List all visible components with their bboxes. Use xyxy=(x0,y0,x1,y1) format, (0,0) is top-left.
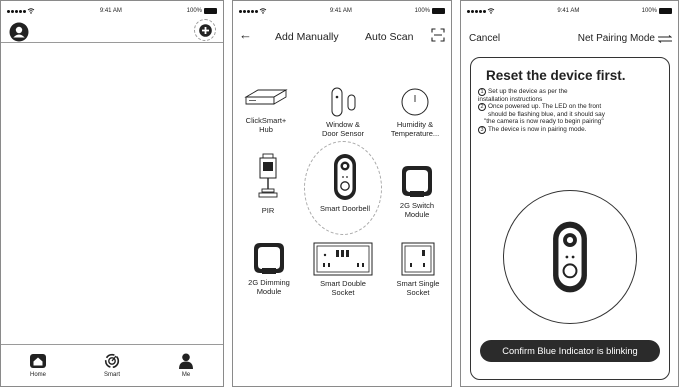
step-continuation: should be flashing blue, and it should s… xyxy=(488,110,605,118)
battery-percent: 100% xyxy=(186,8,202,14)
device-smart-doorbell[interactable]: Smart Doorbell xyxy=(313,153,377,213)
device-label-line2: Socket xyxy=(331,288,355,297)
dimming-module-icon xyxy=(254,243,284,274)
pir-sensor-icon xyxy=(258,153,278,198)
status-bar: 9:41 AM 100% xyxy=(239,7,445,15)
cancel-button[interactable]: Cancel xyxy=(469,33,500,44)
device-label-line1: 2G Dimming xyxy=(248,278,290,287)
device-clicksmart-hub[interactable]: ClickSmart+ Hub xyxy=(238,87,294,134)
status-time: 9:41 AM xyxy=(329,8,352,14)
instruction-step: 2 Once powered up. The LED on the front xyxy=(478,103,670,112)
instruction-step: 1 Set up the device as per the xyxy=(478,88,670,96)
tab-smart[interactable]: Smart xyxy=(75,345,149,386)
home-screen: 9:41 AM 100% Home Smart Me xyxy=(0,0,224,387)
add-device-button[interactable] xyxy=(194,19,216,41)
device-label-line2: Door Sensor xyxy=(321,129,365,138)
auto-scan-tab[interactable]: Auto Scan xyxy=(365,31,413,43)
battery-percent: 100% xyxy=(414,8,430,14)
instruction-step: 3 The device is now in pairing mode. xyxy=(478,125,670,134)
status-bar: 9:41 AM 100% xyxy=(7,7,217,15)
device-label-line1: Smart Single xyxy=(396,279,440,288)
tab-me[interactable]: Me xyxy=(149,345,223,386)
device-label-line1: 2G Switch xyxy=(399,201,435,210)
status-time: 9:41 AM xyxy=(99,8,122,14)
signal-icon xyxy=(467,8,495,14)
doorbell-icon xyxy=(553,221,587,293)
device-pir[interactable]: PIR xyxy=(247,153,289,215)
instruction-steps: 1 Set up the device as per the installat… xyxy=(478,88,670,134)
wifi-icon xyxy=(259,8,267,14)
smart-icon xyxy=(104,353,120,369)
device-label-line2: Hub xyxy=(259,125,273,134)
switch-arrows-icon xyxy=(658,34,672,43)
device-label-line2: Temperature... xyxy=(390,129,440,138)
doorbell-icon xyxy=(334,154,356,200)
tab-me-label: Me xyxy=(181,372,191,378)
add-device-screen: 9:41 AM 100% ← Add Manually Auto Scan Cl… xyxy=(232,0,452,387)
battery-icon xyxy=(432,8,445,14)
add-manually-tab[interactable]: Add Manually xyxy=(275,31,339,43)
step-text: Once powered up. The LED on the front xyxy=(488,103,602,111)
device-label-line1: PIR xyxy=(261,206,275,215)
confirm-blinking-button[interactable]: Confirm Blue Indicator is blinking xyxy=(480,340,660,362)
status-time: 9:41 AM xyxy=(557,8,580,14)
add-nav-bar: ← Add Manually Auto Scan xyxy=(233,25,451,49)
switch-module-icon xyxy=(402,166,432,197)
wifi-icon xyxy=(487,8,495,14)
battery-percent: 100% xyxy=(641,8,657,14)
reset-instructions-card: Reset the device first. 1 Set up the dev… xyxy=(470,57,670,380)
device-label-line1: Smart Doorbell xyxy=(319,204,371,213)
step-text: The device is now in pairing mode. xyxy=(488,125,587,133)
device-label-line2: Module xyxy=(256,287,282,296)
step-continuation: installation instructions xyxy=(478,95,543,103)
device-label-line2: Module xyxy=(404,210,430,219)
home-icon xyxy=(30,354,46,368)
plus-circle-icon xyxy=(198,23,212,37)
reset-heading: Reset the device first. xyxy=(486,68,626,83)
battery-icon xyxy=(659,8,672,14)
pairing-mode-selector[interactable]: Net Pairing Mode xyxy=(578,33,672,44)
scan-icon[interactable] xyxy=(431,28,445,42)
battery-icon xyxy=(204,8,217,14)
signal-icon xyxy=(239,8,267,14)
tab-bar: Home Smart Me xyxy=(1,344,223,386)
single-socket-icon xyxy=(401,242,435,276)
step-text: Set up the device as per the xyxy=(488,88,568,95)
home-header xyxy=(1,16,223,43)
device-label-line1: Humidity & xyxy=(396,120,434,129)
pairing-nav-bar: Cancel Net Pairing Mode xyxy=(461,33,678,47)
device-label-line1: Window & xyxy=(326,120,360,129)
signal-icon xyxy=(7,8,35,14)
step-number: 3 xyxy=(478,125,486,134)
tab-home-label: Home xyxy=(29,372,46,378)
device-2g-dimming-module[interactable]: 2G Dimming Module xyxy=(241,241,297,296)
pairing-screen: 9:41 AM 100% Cancel Net Pairing Mode Res… xyxy=(460,0,679,387)
pairing-mode-label: Net Pairing Mode xyxy=(577,33,655,44)
device-window-door-sensor[interactable]: Window & Door Sensor xyxy=(311,87,375,138)
tab-home[interactable]: Home xyxy=(1,345,75,386)
device-label-line1: ClickSmart+ xyxy=(245,116,287,125)
step-number: 1 xyxy=(478,88,486,96)
hub-icon xyxy=(244,89,288,105)
step-continuation: "the camera is now ready to begin pairin… xyxy=(484,118,604,126)
door-sensor-icon xyxy=(331,87,356,117)
device-label-line1: Smart Double xyxy=(320,279,366,288)
device-smart-single-socket[interactable]: Smart Single Socket xyxy=(387,242,449,297)
wifi-icon xyxy=(27,8,35,14)
device-humidity-temperature[interactable]: Humidity & Temperature... xyxy=(381,87,449,138)
device-smart-double-socket[interactable]: Smart Double Socket xyxy=(305,242,381,297)
person-icon xyxy=(179,353,193,369)
step-number: 2 xyxy=(478,103,486,112)
double-socket-icon xyxy=(313,242,373,276)
avatar-icon xyxy=(9,22,29,42)
back-arrow-icon[interactable]: ← xyxy=(239,27,252,42)
thermometer-dial-icon xyxy=(401,88,429,116)
device-2g-switch-module[interactable]: 2G Switch Module xyxy=(385,164,449,219)
device-label-line2: Socket xyxy=(406,288,430,297)
device-illustration xyxy=(503,190,637,324)
status-bar: 9:41 AM 100% xyxy=(467,7,672,15)
tab-smart-label: Smart xyxy=(103,372,120,378)
profile-avatar-button[interactable] xyxy=(9,22,29,42)
